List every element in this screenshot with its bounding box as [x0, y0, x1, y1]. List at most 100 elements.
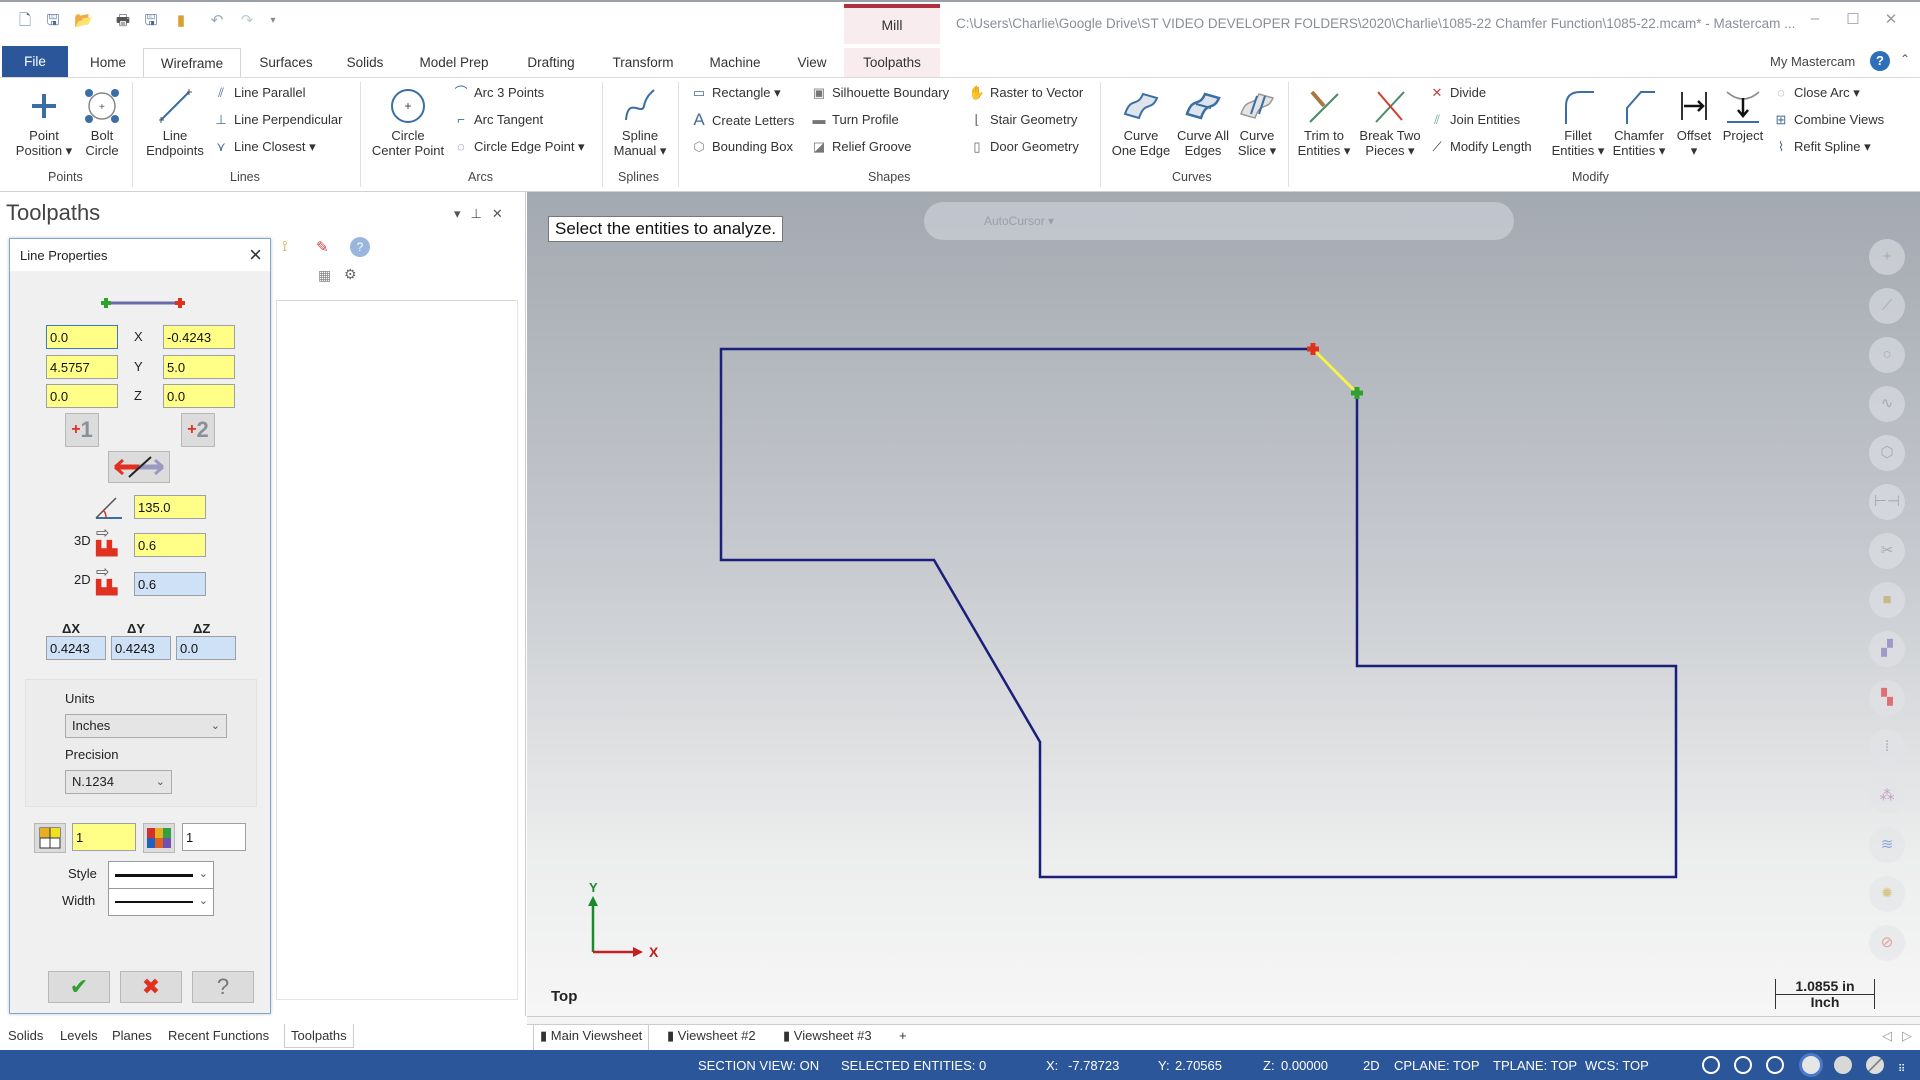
dialog-close-icon[interactable]: ×	[249, 242, 262, 268]
join-entities-button[interactable]: ⫽ Join Entities	[1428, 109, 1520, 131]
turn-profile-button[interactable]: ▬ Turn Profile	[810, 109, 899, 131]
toolpath-edit-icon[interactable]: ✎	[316, 238, 329, 256]
level-field[interactable]	[72, 823, 136, 851]
tab-recent-functions[interactable]: Recent Functions	[168, 1028, 269, 1043]
panel-menu-icon[interactable]: ▾	[454, 206, 471, 221]
stair-geometry-button[interactable]: ⌊ Stair Geometry	[968, 109, 1077, 131]
panel-close-icon[interactable]: ✕	[492, 206, 513, 221]
tab-viewsheet-2[interactable]: ▮ Viewsheet #2	[667, 1028, 756, 1044]
undo-icon[interactable]: ↶	[208, 12, 226, 30]
add-viewsheet-button[interactable]: +	[899, 1028, 907, 1043]
line-parallel-button[interactable]: ⫽ Line Parallel	[212, 82, 305, 104]
print-icon[interactable]: 🖶	[114, 12, 132, 30]
toolpath-tool-manager-icon[interactable]: ⚙	[344, 266, 357, 283]
shaded-edges-icon[interactable]	[1834, 1056, 1852, 1074]
relief-groove-button[interactable]: ◪ Relief Groove	[810, 136, 912, 158]
select-point2-button[interactable]: +2	[181, 413, 215, 447]
layers-icon[interactable]: ≋	[1869, 827, 1905, 863]
arc-tangent-button[interactable]: ⌐ Arc Tangent	[452, 109, 543, 131]
translucency-icon[interactable]	[1866, 1056, 1884, 1074]
color-button[interactable]	[143, 823, 175, 853]
cancel-button[interactable]: ✖	[120, 971, 182, 1003]
ok-button[interactable]: ✔	[48, 971, 110, 1003]
color-field[interactable]	[182, 823, 246, 851]
part-outline[interactable]	[719, 347, 1678, 879]
length-2d-field[interactable]	[134, 572, 206, 596]
curve-all-edges-button[interactable]: Curve All Edges	[1172, 84, 1234, 158]
help-icon[interactable]: ?	[1870, 51, 1890, 71]
point1-z-field[interactable]	[46, 384, 118, 408]
tab-view[interactable]: View	[786, 48, 838, 77]
context-tab-mill[interactable]: Mill	[844, 4, 940, 46]
pin-icon[interactable]: ⊥	[471, 206, 492, 221]
delta-y-field[interactable]	[111, 636, 171, 660]
my-mastercam-link[interactable]: My Mastercam	[1770, 54, 1855, 69]
bolt-circle-button[interactable]: + Bolt Circle	[80, 84, 124, 158]
raster-to-vector-button[interactable]: ✋ Raster to Vector	[968, 82, 1083, 104]
open-icon[interactable]: 📂	[74, 12, 93, 30]
trim-to-entities-button[interactable]: Trim to Entities ▾	[1292, 84, 1356, 158]
tab-toolpaths-manager[interactable]: Toolpaths	[284, 1024, 354, 1048]
wireframe-globe-icon[interactable]	[1702, 1056, 1720, 1074]
rectangle-button[interactable]: ▭ Rectangle ▾	[690, 82, 781, 104]
modify-length-button[interactable]: ⟋ Modify Length	[1428, 136, 1531, 158]
tplane-status[interactable]: TPLANE: TOP	[1493, 1058, 1577, 1073]
bounding-box-button[interactable]: ⬡ Bounding Box	[690, 136, 793, 158]
minimize-button[interactable]: –	[1800, 10, 1830, 30]
toolpath-tool-icon[interactable]: ⟟	[282, 238, 288, 255]
angle-field[interactable]	[134, 495, 206, 519]
blank-icon[interactable]: ⊘	[1869, 925, 1905, 961]
toolpath-list[interactable]	[276, 300, 518, 1000]
hidden-line-globe-icon[interactable]	[1734, 1056, 1752, 1074]
delta-z-field[interactable]	[176, 636, 236, 660]
tab-solids[interactable]: Solids	[334, 48, 396, 77]
tab-transform[interactable]: Transform	[600, 48, 686, 77]
delta-x-field[interactable]	[46, 636, 106, 660]
circle-icon[interactable]: ○	[1869, 337, 1905, 373]
move-icon[interactable]: ▚	[1869, 680, 1905, 716]
combine-views-button[interactable]: ⊞ Combine Views	[1772, 109, 1885, 131]
toolpath-help-icon[interactable]: ?	[350, 237, 370, 257]
maximize-button[interactable]: ☐	[1838, 10, 1868, 30]
settings-icon[interactable]: ✹	[1869, 876, 1905, 912]
close-arc-button[interactable]: ◌ Close Arc ▾	[1772, 82, 1860, 104]
scroll-right-icon[interactable]: ▷	[1902, 1028, 1912, 1044]
point1-y-field[interactable]	[46, 355, 118, 379]
section-view-status[interactable]: SECTION VIEW: ON	[698, 1058, 819, 1073]
line-closest-button[interactable]: ⋎ Line Closest ▾	[212, 136, 315, 158]
create-letters-button[interactable]: A Create Letters	[690, 109, 794, 131]
geometry-canvas[interactable]: Y X	[527, 192, 1920, 1016]
chamfer-entities-button[interactable]: Chamfer Entities ▾	[1608, 84, 1670, 158]
tab-home[interactable]: Home	[80, 48, 136, 77]
fillet-entities-button[interactable]: Fillet Entities ▾	[1548, 84, 1608, 158]
door-geometry-button[interactable]: ▯ Door Geometry	[968, 136, 1078, 158]
save-icon[interactable]: 🖫	[44, 12, 62, 30]
line-width-select[interactable]: ⌄	[108, 888, 214, 916]
tab-model-prep[interactable]: Model Prep	[408, 48, 500, 77]
line-icon[interactable]: ⟋	[1869, 288, 1905, 324]
help-button[interactable]: ?	[192, 971, 254, 1003]
divide-button[interactable]: ✕ Divide	[1428, 82, 1487, 104]
tab-drafting[interactable]: Drafting	[512, 48, 590, 77]
shaded-outline-globe-icon[interactable]	[1766, 1056, 1784, 1074]
units-select[interactable]: Inches ⌄	[65, 714, 227, 738]
scroll-left-icon[interactable]: ◁	[1882, 1028, 1892, 1044]
arc-3-points-button[interactable]: ⌒ Arc 3 Points	[452, 82, 544, 104]
save-as-icon[interactable]: 🖫	[142, 12, 160, 30]
xform-icon[interactable]: ⦙	[1869, 729, 1905, 765]
point-position-button[interactable]: Point Position ▾	[8, 84, 80, 158]
curve-one-edge-button[interactable]: Curve One Edge	[1106, 84, 1176, 158]
snap-icon[interactable]: ⁂	[1869, 778, 1905, 814]
toolpath-verify-icon[interactable]: ▦	[318, 267, 331, 284]
circle-center-point-button[interactable]: Circle Center Point	[366, 84, 450, 158]
trim-icon[interactable]: ✂	[1869, 533, 1905, 569]
close-button[interactable]: ✕	[1876, 10, 1906, 30]
shaded-icon[interactable]	[1802, 1056, 1820, 1074]
line-perpendicular-button[interactable]: ⊥ Line Perpendicular	[212, 109, 342, 131]
line-style-select[interactable]: ⌄	[108, 861, 214, 889]
wcs-status[interactable]: WCS: TOP	[1585, 1058, 1649, 1073]
tab-viewsheet-3[interactable]: ▮ Viewsheet #3	[783, 1028, 872, 1044]
select-point1-button[interactable]: +1	[65, 413, 99, 447]
level-button[interactable]	[34, 823, 66, 853]
tab-main-viewsheet[interactable]: ▮ Main Viewsheet	[533, 1025, 650, 1051]
